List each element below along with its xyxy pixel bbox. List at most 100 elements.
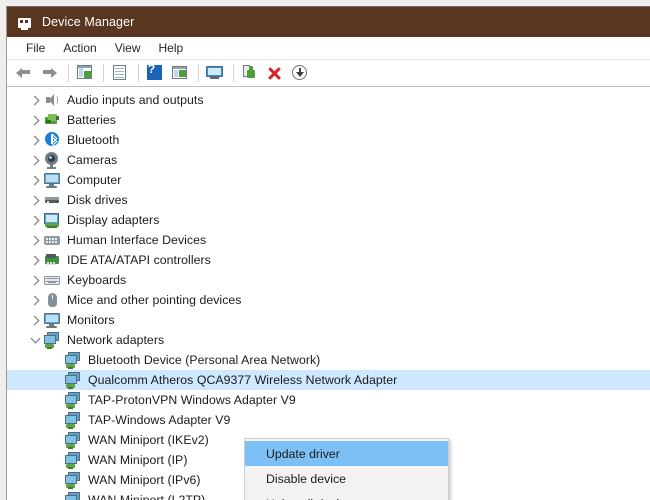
network-adapter-icon bbox=[64, 391, 82, 409]
tree-item-tap-windows-adapter[interactable]: TAP-Windows Adapter V9 bbox=[7, 410, 650, 430]
context-menu-item-uninstall-device[interactable]: Uninstall device bbox=[245, 491, 448, 500]
scan-hardware-changes-icon[interactable] bbox=[204, 62, 226, 84]
forward-arrow-icon[interactable] bbox=[39, 62, 61, 84]
bluetooth-icon bbox=[43, 131, 61, 149]
tree-item-label: Human Interface Devices bbox=[67, 233, 207, 247]
toolbar-separator bbox=[138, 64, 139, 82]
menu-bar: File Action View Help bbox=[7, 37, 650, 60]
tree-item-label: IDE ATA/ATAPI controllers bbox=[67, 253, 211, 267]
tree-item-audio-inputs-and-outputs[interactable]: Audio inputs and outputs bbox=[7, 90, 650, 110]
tree-item-label: Computer bbox=[67, 173, 122, 187]
menu-view[interactable]: View bbox=[106, 39, 150, 58]
chevron-right-icon[interactable] bbox=[27, 310, 43, 330]
enable-device-icon[interactable] bbox=[239, 62, 261, 84]
battery-icon bbox=[43, 111, 61, 129]
mouse-icon bbox=[43, 291, 61, 309]
chevron-right-icon[interactable] bbox=[27, 290, 43, 310]
screenshot-root: Device Manager File Action View Help ? A… bbox=[0, 0, 650, 500]
chevron-right-icon[interactable] bbox=[27, 130, 43, 150]
title-bar: Device Manager bbox=[7, 7, 650, 37]
tree-item-disk-drives[interactable]: Disk drives bbox=[7, 190, 650, 210]
tree-item-display-adapters[interactable]: Display adapters bbox=[7, 210, 650, 230]
chevron-right-icon[interactable] bbox=[27, 190, 43, 210]
tree-item-label: Qualcomm Atheros QCA9377 Wireless Networ… bbox=[88, 373, 398, 387]
speaker-icon bbox=[43, 91, 61, 109]
context-menu[interactable]: Update driver Disable device Uninstall d… bbox=[244, 438, 449, 500]
keyboard-icon bbox=[43, 271, 61, 289]
chevron-right-icon[interactable] bbox=[27, 170, 43, 190]
toolbar-separator bbox=[198, 64, 199, 82]
chevron-down-icon[interactable] bbox=[27, 330, 43, 350]
disk-drive-icon bbox=[43, 191, 61, 209]
tree-item-tap-protonvpn-adapter[interactable]: TAP-ProtonVPN Windows Adapter V9 bbox=[7, 390, 650, 410]
device-manager-icon bbox=[16, 14, 33, 31]
chevron-right-icon[interactable] bbox=[27, 90, 43, 110]
chevron-right-icon[interactable] bbox=[27, 150, 43, 170]
tree-item-label: WAN Miniport (IP) bbox=[88, 453, 188, 467]
tree-item-mice-and-other-pointing-devices[interactable]: Mice and other pointing devices bbox=[7, 290, 650, 310]
chevron-right-icon[interactable] bbox=[27, 250, 43, 270]
camera-icon bbox=[43, 151, 61, 169]
computer-icon bbox=[43, 171, 61, 189]
toolbar-separator bbox=[68, 64, 69, 82]
chevron-right-icon[interactable] bbox=[27, 230, 43, 250]
tree-item-network-adapters[interactable]: Network adapters bbox=[7, 330, 650, 350]
ide-controller-icon bbox=[43, 251, 61, 269]
tree-item-computer[interactable]: Computer bbox=[7, 170, 650, 190]
tree-item-label: Monitors bbox=[67, 313, 115, 327]
toolbar-separator bbox=[103, 64, 104, 82]
tree-item-human-interface-devices[interactable]: Human Interface Devices bbox=[7, 230, 650, 250]
tree-item-keyboards[interactable]: Keyboards bbox=[7, 270, 650, 290]
network-adapter-icon bbox=[64, 431, 82, 449]
toolbar-separator bbox=[233, 64, 234, 82]
tree-item-bluetooth-device-pan[interactable]: Bluetooth Device (Personal Area Network) bbox=[7, 350, 650, 370]
disable-device-icon[interactable] bbox=[289, 62, 311, 84]
toolbar: ? bbox=[7, 60, 650, 87]
network-adapter-icon bbox=[64, 411, 82, 429]
tree-item-label: Keyboards bbox=[67, 273, 127, 287]
chevron-right-icon[interactable] bbox=[27, 210, 43, 230]
back-arrow-icon[interactable] bbox=[14, 62, 36, 84]
menu-file[interactable]: File bbox=[17, 39, 54, 58]
tree-item-label: Display adapters bbox=[67, 213, 160, 227]
context-menu-item-update-driver[interactable]: Update driver bbox=[245, 441, 448, 466]
tree-item-monitors[interactable]: Monitors bbox=[7, 310, 650, 330]
network-adapter-icon bbox=[64, 491, 82, 500]
display-adapter-icon bbox=[43, 211, 61, 229]
chevron-right-icon[interactable] bbox=[27, 110, 43, 130]
update-driver-icon[interactable] bbox=[169, 62, 191, 84]
tree-item-label: WAN Miniport (IKEv2) bbox=[88, 433, 209, 447]
network-adapter-icon bbox=[43, 331, 61, 349]
show-hide-console-tree-icon[interactable] bbox=[74, 62, 96, 84]
hid-icon bbox=[43, 231, 61, 249]
tree-item-label: Bluetooth Device (Personal Area Network) bbox=[88, 353, 321, 367]
tree-item-label: Mice and other pointing devices bbox=[67, 293, 242, 307]
device-manager-window: Device Manager File Action View Help ? A… bbox=[6, 6, 650, 500]
chevron-right-icon[interactable] bbox=[27, 270, 43, 290]
tree-item-label: Disk drives bbox=[67, 193, 128, 207]
uninstall-device-icon[interactable] bbox=[264, 62, 286, 84]
tree-item-label: Batteries bbox=[67, 113, 116, 127]
menu-action[interactable]: Action bbox=[54, 39, 105, 58]
tree-item-batteries[interactable]: Batteries bbox=[7, 110, 650, 130]
network-adapter-icon bbox=[64, 351, 82, 369]
help-icon[interactable]: ? bbox=[144, 62, 166, 84]
tree-item-cameras[interactable]: Cameras bbox=[7, 150, 650, 170]
properties-icon[interactable] bbox=[109, 62, 131, 84]
monitor-icon bbox=[43, 311, 61, 329]
network-adapter-icon bbox=[64, 451, 82, 469]
tree-item-label: Cameras bbox=[67, 153, 118, 167]
context-menu-item-disable-device[interactable]: Disable device bbox=[245, 466, 448, 491]
device-tree[interactable]: Audio inputs and outputs Batteries Bluet… bbox=[7, 87, 650, 500]
menu-help[interactable]: Help bbox=[150, 39, 193, 58]
tree-item-label: Network adapters bbox=[67, 333, 165, 347]
tree-item-bluetooth[interactable]: Bluetooth bbox=[7, 130, 650, 150]
tree-item-label: WAN Miniport (L2TP) bbox=[88, 493, 206, 500]
network-adapter-icon bbox=[64, 371, 82, 389]
network-adapter-icon bbox=[64, 471, 82, 489]
tree-item-label: TAP-ProtonVPN Windows Adapter V9 bbox=[88, 393, 296, 407]
tree-item-label: TAP-Windows Adapter V9 bbox=[88, 413, 231, 427]
tree-item-label: Bluetooth bbox=[67, 133, 120, 147]
tree-item-ide-ata-atapi-controllers[interactable]: IDE ATA/ATAPI controllers bbox=[7, 250, 650, 270]
tree-item-qualcomm-atheros-adapter[interactable]: Qualcomm Atheros QCA9377 Wireless Networ… bbox=[7, 370, 650, 390]
